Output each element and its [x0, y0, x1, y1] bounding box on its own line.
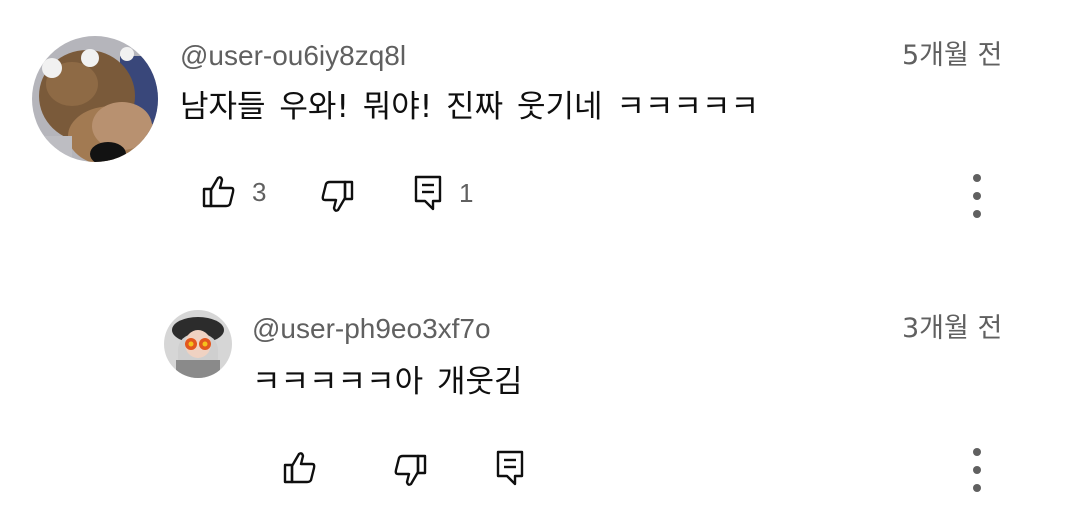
like-button[interactable]: 3 [202, 174, 266, 210]
comment-author[interactable]: @user-ph9eo3xf7o [252, 312, 491, 346]
comment-icon [414, 175, 442, 211]
comment-text: ㅋㅋㅋㅋㅋ아 개웃김 [252, 364, 523, 400]
more-dot [973, 174, 981, 182]
more-dot [973, 210, 981, 218]
dislike-button[interactable] [320, 178, 354, 214]
comment-timestamp: 3개월 전 [902, 313, 1003, 344]
comment-text: 남자들 우와! 뭐야! 진짜 웃기네 ㅋㅋㅋㅋㅋ [180, 89, 759, 125]
more-dot [973, 448, 981, 456]
dislike-button[interactable] [393, 452, 427, 488]
thumbs-up-icon [202, 176, 235, 208]
more-vertical-icon[interactable] [967, 448, 987, 492]
thumbs-up-icon [283, 452, 316, 484]
avatar[interactable] [32, 36, 158, 162]
more-dot [973, 466, 981, 474]
thumbs-down-icon [394, 454, 427, 486]
more-vertical-icon[interactable] [967, 174, 987, 218]
comment-timestamp: 5개월 전 [902, 40, 1003, 71]
avatar[interactable] [164, 310, 232, 378]
more-dot [973, 192, 981, 200]
like-count: 3 [252, 176, 267, 207]
comment-icon [496, 450, 524, 486]
more-dot [973, 484, 981, 492]
reply-count: 1 [459, 177, 474, 208]
reply-button[interactable] [495, 449, 525, 487]
thumbs-down-icon [321, 180, 354, 212]
reply-button[interactable]: 1 [413, 174, 473, 212]
comment-author[interactable]: @user-ou6iy8zq8l [180, 39, 406, 73]
like-button[interactable] [283, 450, 317, 486]
